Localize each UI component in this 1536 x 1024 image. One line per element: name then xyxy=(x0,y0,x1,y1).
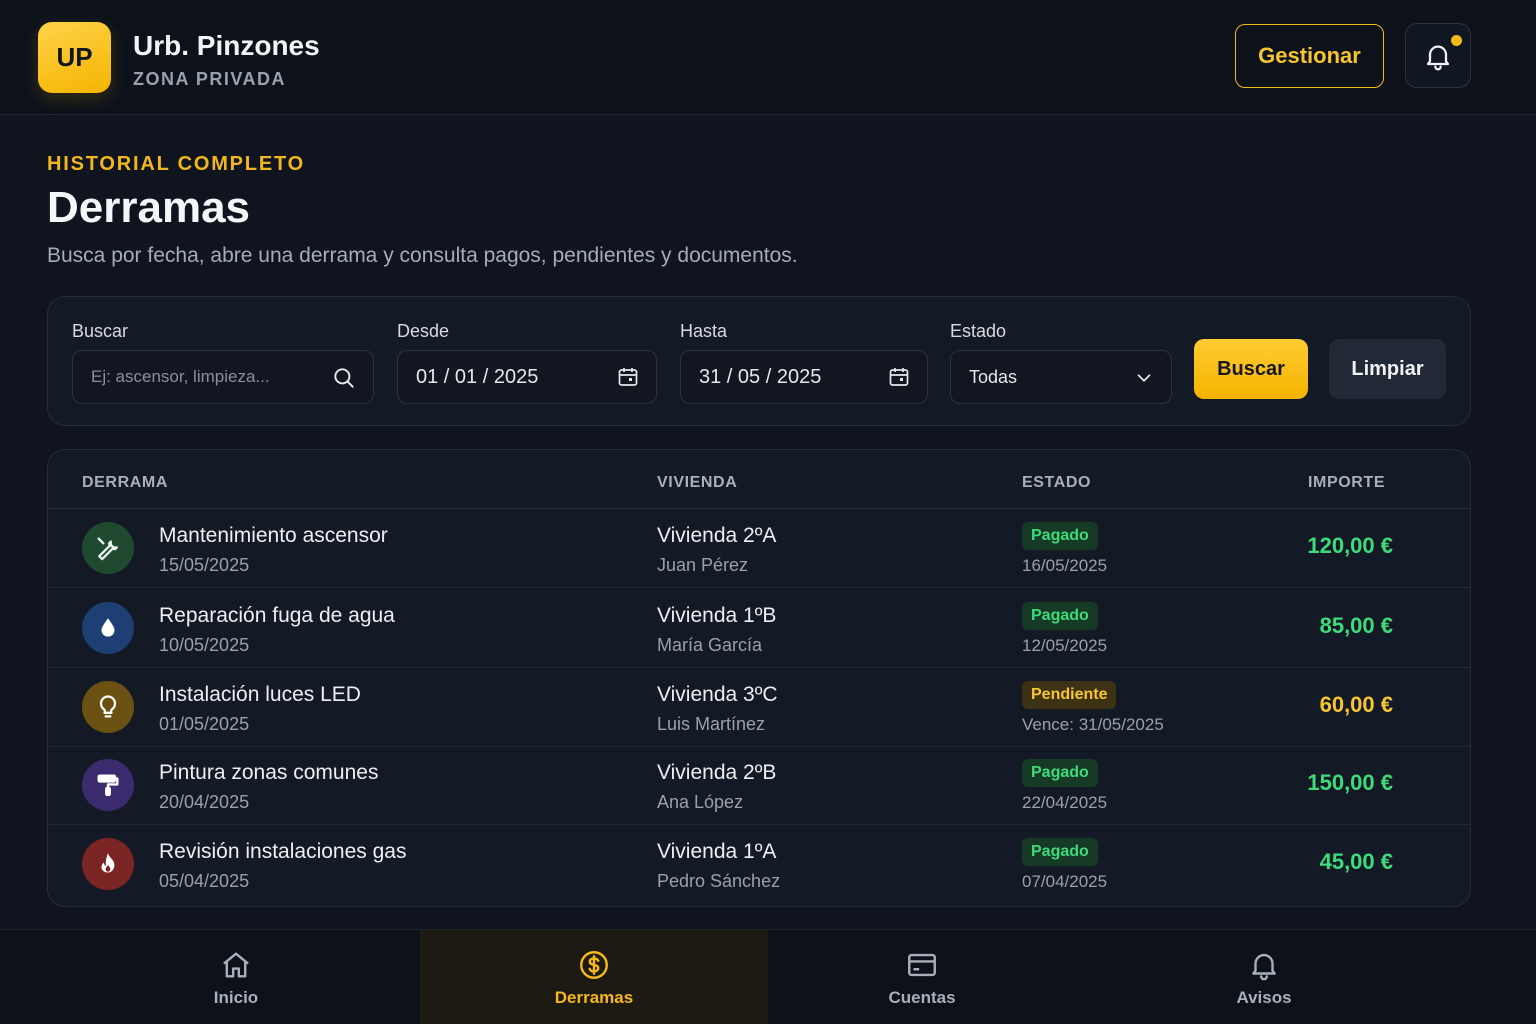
row-title[interactable]: Revisión instalaciones gas xyxy=(159,840,406,864)
status-select-value: Todas xyxy=(969,366,1018,387)
bell-icon xyxy=(1426,45,1450,70)
table-row[interactable]: Revisión instalaciones gas 05/04/2025 Vi… xyxy=(48,825,1470,904)
search-icon[interactable] xyxy=(331,365,357,391)
notification-dot xyxy=(1451,35,1462,46)
row-owner: Juan Pérez xyxy=(657,555,749,575)
column-header-importe: IMPORTE xyxy=(1308,474,1386,491)
app-logo[interactable]: UP xyxy=(38,22,111,93)
calendar-icon[interactable] xyxy=(616,365,640,389)
column-header-vivienda: VIVIENDA xyxy=(657,474,738,491)
row-title[interactable]: Instalación luces LED xyxy=(159,683,361,707)
paint-roller-icon xyxy=(82,759,134,811)
table-row[interactable]: Pintura zonas comunes 20/04/2025 Viviend… xyxy=(48,746,1470,825)
from-label: Desde xyxy=(397,321,450,341)
search-button[interactable]: Buscar xyxy=(1194,339,1308,399)
to-date-input[interactable]: 31 / 05 / 2025 xyxy=(680,350,928,404)
wrench-icon xyxy=(82,522,134,574)
status-label: Estado xyxy=(950,321,1007,341)
community-name: Urb. Pinzones xyxy=(133,30,320,61)
status-badge: Pagado xyxy=(1022,838,1098,866)
search-placeholder: Ej: ascensor, limpieza... xyxy=(91,367,270,386)
column-header-derrama: DERRAMA xyxy=(82,474,168,491)
row-amount: 60,00 € xyxy=(1319,692,1393,717)
search-label: Buscar xyxy=(72,321,129,341)
row-title[interactable]: Pintura zonas comunes xyxy=(159,761,378,785)
calendar-icon[interactable] xyxy=(887,365,911,389)
clear-button[interactable]: Limpiar xyxy=(1329,339,1446,399)
row-date: 10/05/2025 xyxy=(159,635,250,655)
chevron-down-icon xyxy=(1137,374,1151,382)
status-badge: Pagado xyxy=(1022,759,1098,787)
nav-label: Cuentas xyxy=(888,987,956,1007)
row-amount: 85,00 € xyxy=(1319,613,1393,638)
column-header-estado: ESTADO xyxy=(1022,474,1092,491)
page-description: Busca por fecha, abre una derrama y cons… xyxy=(47,244,798,267)
status-date: 07/04/2025 xyxy=(1022,872,1108,891)
row-title[interactable]: Mantenimiento ascensor xyxy=(159,524,388,548)
row-date: 05/04/2025 xyxy=(159,871,250,891)
table-row[interactable]: Mantenimiento ascensor 15/05/2025 Vivien… xyxy=(48,509,1470,588)
row-amount: 45,00 € xyxy=(1319,849,1393,874)
row-vivienda: Vivienda 1ºA xyxy=(657,840,777,863)
status-date: 12/05/2025 xyxy=(1022,636,1108,655)
table-row[interactable]: Instalación luces LED 01/05/2025 Viviend… xyxy=(48,668,1470,747)
row-owner: Ana López xyxy=(657,792,744,812)
row-amount: 150,00 € xyxy=(1307,770,1393,795)
nav-item-avisos[interactable]: Avisos xyxy=(1076,930,1452,1024)
section-eyebrow: HISTORIAL COMPLETO xyxy=(47,153,305,175)
row-date: 15/05/2025 xyxy=(159,555,250,575)
nav-item-inicio[interactable]: Inicio xyxy=(52,930,420,1024)
nav-item-derramas[interactable]: Derramas xyxy=(420,930,768,1024)
nav-label: Avisos xyxy=(1236,987,1292,1007)
status-date: 22/04/2025 xyxy=(1022,793,1108,812)
row-vivienda: Vivienda 1ºB xyxy=(657,604,777,627)
derramas-table: DERRAMA VIVIENDA ESTADO IMPORTE Mantenim… xyxy=(47,449,1471,907)
community-subtitle: ZONA PRIVADA xyxy=(133,69,286,89)
status-badge: Pagado xyxy=(1022,522,1098,550)
lightbulb-icon xyxy=(82,681,134,733)
row-date: 01/05/2025 xyxy=(159,714,250,734)
row-owner: María García xyxy=(657,635,763,655)
table-row[interactable]: Reparación fuga de agua 10/05/2025 Vivie… xyxy=(48,589,1470,668)
status-date: 16/05/2025 xyxy=(1022,556,1108,575)
water-drop-icon xyxy=(82,602,134,654)
bottom-navigation: Inicio Derramas Cuentas Avisos xyxy=(0,929,1536,1024)
to-label: Hasta xyxy=(680,321,728,341)
table-header: DERRAMA VIVIENDA ESTADO IMPORTE xyxy=(48,450,1470,509)
row-vivienda: Vivienda 2ºA xyxy=(657,524,777,547)
row-vivienda: Vivienda 3ºC xyxy=(657,683,778,706)
home-icon xyxy=(223,951,249,978)
row-amount: 120,00 € xyxy=(1307,533,1393,558)
bell-icon xyxy=(1252,953,1276,980)
row-owner: Luis Martínez xyxy=(657,714,766,734)
top-bar: UP Urb. Pinzones ZONA PRIVADA Gestionar xyxy=(0,0,1536,115)
status-date: Vence: 31/05/2025 xyxy=(1022,715,1164,734)
page-title: Derramas xyxy=(47,183,251,232)
from-date-input[interactable]: 01 / 01 / 2025 xyxy=(397,350,657,404)
search-input[interactable]: Ej: ascensor, limpieza... xyxy=(72,350,374,404)
notifications-button[interactable] xyxy=(1405,23,1471,88)
row-owner: Pedro Sánchez xyxy=(657,871,781,891)
status-select[interactable]: Todas xyxy=(950,350,1172,404)
row-date: 20/04/2025 xyxy=(159,792,250,812)
row-title[interactable]: Reparación fuga de agua xyxy=(159,604,395,628)
flame-icon xyxy=(82,838,134,890)
manage-button[interactable]: Gestionar xyxy=(1235,24,1384,88)
to-date-value: 31 / 05 / 2025 xyxy=(699,365,822,388)
card-icon xyxy=(908,953,936,976)
from-date-value: 01 / 01 / 2025 xyxy=(416,365,539,388)
dollar-coin-icon xyxy=(580,950,608,979)
status-badge: Pendiente xyxy=(1022,681,1117,709)
filter-panel: Buscar Ej: ascensor, limpieza... Desde 0… xyxy=(47,296,1471,426)
nav-item-cuentas[interactable]: Cuentas xyxy=(768,930,1076,1024)
nav-label: Inicio xyxy=(213,987,259,1007)
row-vivienda: Vivienda 2ºB xyxy=(657,761,777,784)
nav-label: Derramas xyxy=(554,987,634,1007)
status-badge: Pagado xyxy=(1022,602,1098,630)
